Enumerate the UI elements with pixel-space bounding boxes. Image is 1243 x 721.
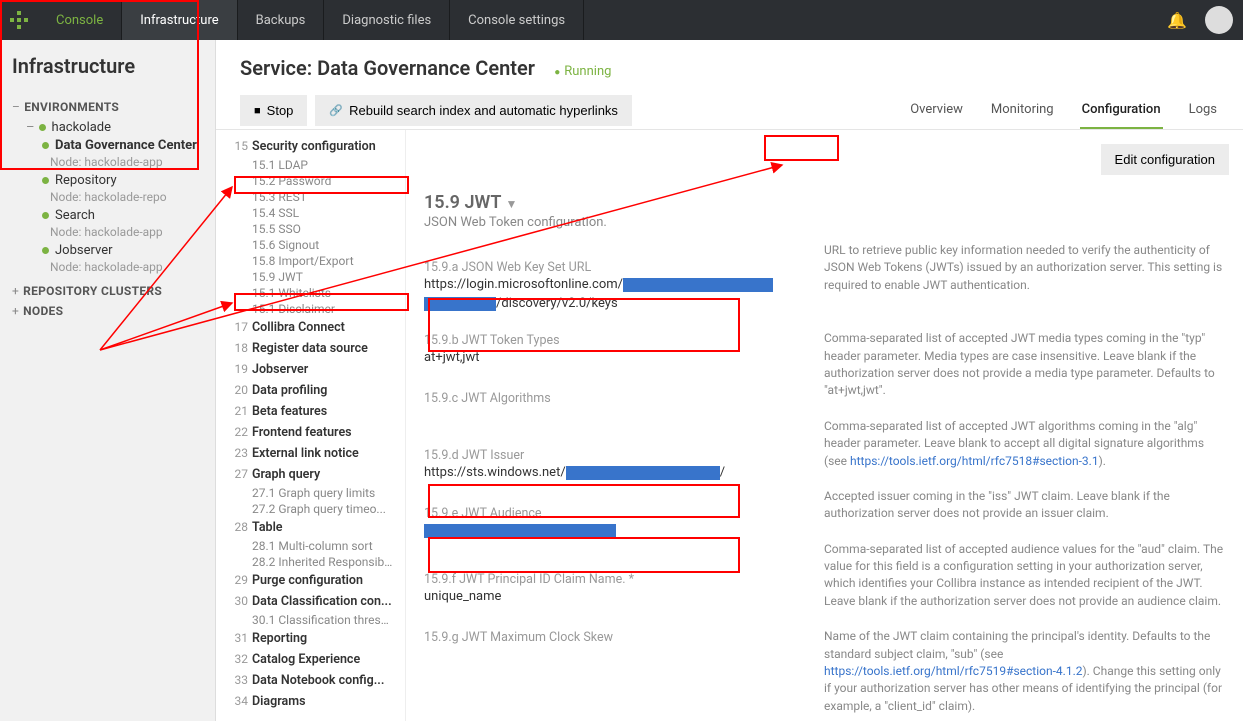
field-label: 15.9.e JWT Audience [424,506,808,521]
toc-subitem[interactable]: 15.2 Password [216,173,405,189]
stop-button[interactable]: ■Stop [240,95,307,126]
nav-infrastructure[interactable]: Infrastructure [122,0,237,40]
sidebar: Infrastructure –ENVIRONMENTS –hackolade … [0,40,216,721]
desc-audience: Comma-separated list of accepted audienc… [824,541,1225,611]
desc-principal: Name of the JWT claim containing the pri… [824,628,1225,715]
tab-configuration[interactable]: Configuration [1080,92,1163,129]
sidebar-sec-environments[interactable]: –ENVIRONMENTS [12,100,203,114]
section-subtitle: JSON Web Token configuration. [424,215,808,230]
toc-subitem[interactable]: 27.2 Graph query timeo... [216,501,405,517]
topbar: Console Infrastructure Backups Diagnosti… [0,0,1243,40]
field-label: 15.9.b JWT Token Types [424,333,808,348]
toc-item[interactable]: 21Beta features [216,401,405,422]
nav-diagnostic[interactable]: Diagnostic files [324,0,450,40]
section-heading[interactable]: 15.9 JWT▼ [424,192,808,213]
field-value-principal-claim: unique_name [424,589,808,604]
field-value-jwks-url-2: /discovery/v2.0/keys [424,296,808,311]
toc-subitem[interactable]: 28.2 Inherited Responsib... [216,554,405,570]
field-value-issuer: https://sts.windows.net// [424,465,808,480]
toc-subitem[interactable]: 27.1 Graph query limits [216,485,405,501]
avatar[interactable] [1205,6,1233,34]
sidebar-svc-jobserver[interactable]: Jobserver [12,243,203,258]
toc-item[interactable]: 23External link notice [216,443,405,464]
rfc7519-link[interactable]: https://tools.ietf.org/html/rfc7519#sect… [824,664,1082,678]
rfc7518-link[interactable]: https://tools.ietf.org/html/rfc7518#sect… [850,454,1099,468]
toc-subitem[interactable]: 15.1 LDAP [216,157,405,173]
toc-subitem[interactable]: 15.3 REST [216,189,405,205]
field-label: 15.9.c JWT Algorithms [424,391,808,406]
toc-item[interactable]: 18Register data source [216,338,405,359]
nav-console-settings[interactable]: Console settings [450,0,584,40]
nav-console[interactable]: Console [38,0,122,40]
chevron-down-icon: ▼ [505,197,517,211]
tab-overview[interactable]: Overview [908,92,965,129]
sidebar-node: Node: hackolade-repo [12,190,203,204]
toc-item[interactable]: 30Data Classification con... [216,591,405,612]
config-toc[interactable]: 15Security configuration15.1 LDAP15.2 Pa… [216,130,406,721]
toc-item[interactable]: 27Graph query [216,464,405,485]
toc-item[interactable]: 31Reporting [216,628,405,649]
desc-algorithms: Comma-separated list of accepted JWT alg… [824,418,1225,470]
rebuild-button[interactable]: 🔗Rebuild search index and automatic hype… [315,95,632,126]
field-value-token-types: at+jwt,jwt [424,350,808,365]
toc-subitem[interactable]: 15.1 Whitelists [216,285,405,301]
toc-subitem[interactable]: 15.9 JWT [216,269,405,285]
desc-token-types: Comma-separated list of accepted JWT med… [824,330,1225,400]
toc-subitem[interactable]: 28.1 Multi-column sort [216,538,405,554]
field-label: 15.9.a JSON Web Key Set URL [424,260,808,275]
nav-backups[interactable]: Backups [238,0,325,40]
field-label: 15.9.d JWT Issuer [424,448,808,463]
sidebar-svc-dgc[interactable]: Data Governance Center [12,138,203,153]
field-value-jwks-url: https://login.microsoftonline.com/ [424,277,808,292]
tab-monitoring[interactable]: Monitoring [989,92,1056,129]
service-title: Service: Data Governance Center [240,56,535,80]
sidebar-node: Node: hackolade-app [12,225,203,239]
toc-subitem[interactable]: 15.4 SSL [216,205,405,221]
app-logo-icon [0,0,38,40]
desc-jwks: URL to retrieve public key information n… [824,242,1225,294]
sidebar-env-hackolade[interactable]: –hackolade [12,120,203,135]
service-status: Running [554,64,611,79]
sidebar-svc-search[interactable]: Search [12,208,203,223]
sidebar-node: Node: hackolade-app [12,155,203,169]
sidebar-sec-repoclusters[interactable]: +REPOSITORY CLUSTERS [12,284,203,298]
config-content: Edit configuration 15.9 JWT▼ JSON Web To… [406,130,1243,721]
toc-item[interactable]: 34Diagrams [216,691,405,712]
toc-subitem[interactable]: 15.1 Disclaimer [216,301,405,317]
field-value-audience [424,523,808,538]
toc-item[interactable]: 22Frontend features [216,422,405,443]
sidebar-sec-nodes[interactable]: +NODES [12,304,203,318]
field-label: 15.9.g JWT Maximum Clock Skew [424,630,808,645]
toc-subitem[interactable]: 15.6 Signout [216,237,405,253]
toc-item[interactable]: 19Jobserver [216,359,405,380]
toc-subitem[interactable]: 30.1 Classification thresh... [216,612,405,628]
page-title: Infrastructure [12,54,203,78]
toc-item[interactable]: 33Data Notebook config... [216,670,405,691]
bell-icon[interactable]: 🔔 [1167,11,1187,30]
edit-configuration-button[interactable]: Edit configuration [1101,144,1229,175]
link-icon: 🔗 [329,104,343,117]
sidebar-node: Node: hackolade-app [12,260,203,274]
toc-item[interactable]: 17Collibra Connect [216,317,405,338]
toc-subitem[interactable]: 15.8 Import/Export [216,253,405,269]
toc-item[interactable]: 28Table [216,517,405,538]
toc-item[interactable]: 32Catalog Experience [216,649,405,670]
toc-item[interactable]: 15Security configuration [216,136,405,157]
stop-icon: ■ [254,105,261,117]
main: Service: Data Governance Center Running … [216,40,1243,721]
tab-logs[interactable]: Logs [1187,92,1219,129]
sidebar-svc-repository[interactable]: Repository [12,173,203,188]
toc-item[interactable]: 29Purge configuration [216,570,405,591]
toc-subitem[interactable]: 15.5 SSO [216,221,405,237]
toc-item[interactable]: 20Data profiling [216,380,405,401]
field-label: 15.9.f JWT Principal ID Claim Name. * [424,572,808,587]
desc-issuer: Accepted issuer coming in the "iss" JWT … [824,488,1225,523]
